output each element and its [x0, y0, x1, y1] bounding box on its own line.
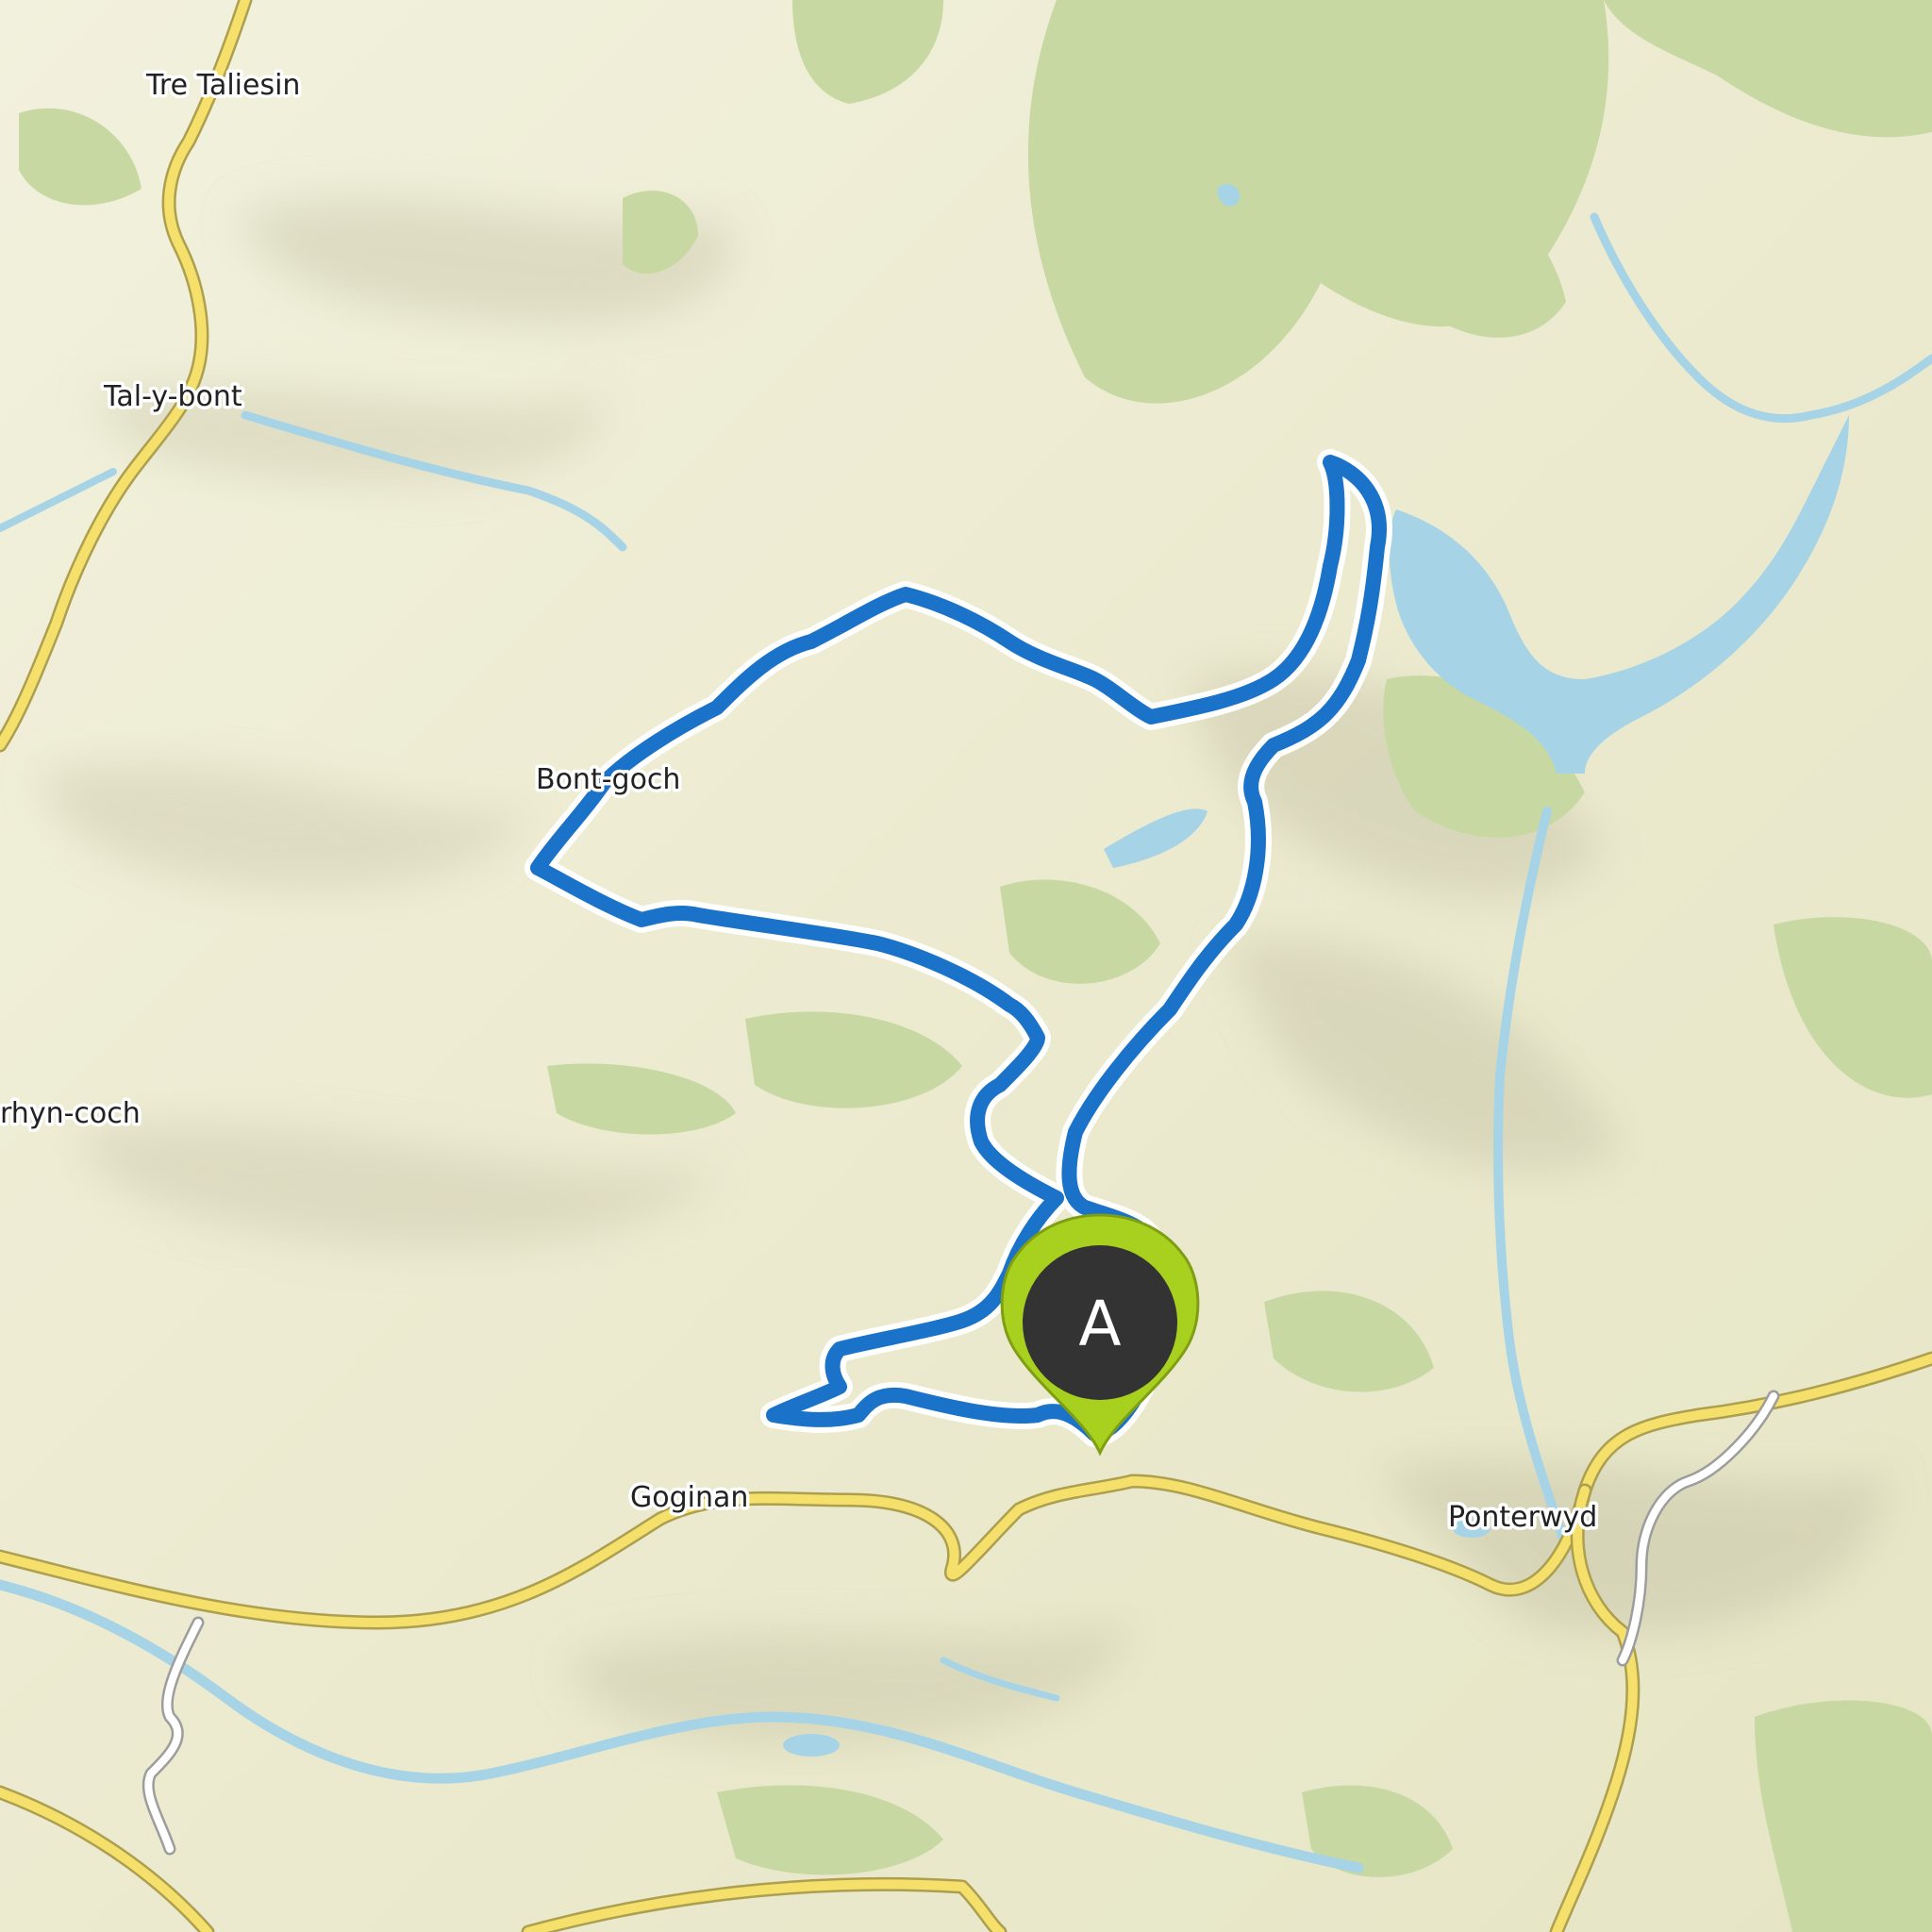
map-canvas[interactable]: Tre Taliesin Tal-y-bont Bont-goch rhyn-c… [0, 0, 1932, 1932]
place-label-ponterwyd: Ponterwyd [1448, 1501, 1597, 1534]
place-label-goginan: Goginan [630, 1481, 748, 1514]
place-label-bont-goch: Bont-goch [536, 763, 680, 796]
place-label-tre-taliesin: Tre Taliesin [145, 69, 300, 102]
place-label-tal-y-bont: Tal-y-bont [103, 380, 242, 413]
map-view[interactable]: Tre Taliesin Tal-y-bont Bont-goch rhyn-c… [0, 0, 1932, 1932]
marker-label: A [1078, 1288, 1121, 1360]
place-label-rhyn-coch: rhyn-coch [0, 1097, 141, 1130]
